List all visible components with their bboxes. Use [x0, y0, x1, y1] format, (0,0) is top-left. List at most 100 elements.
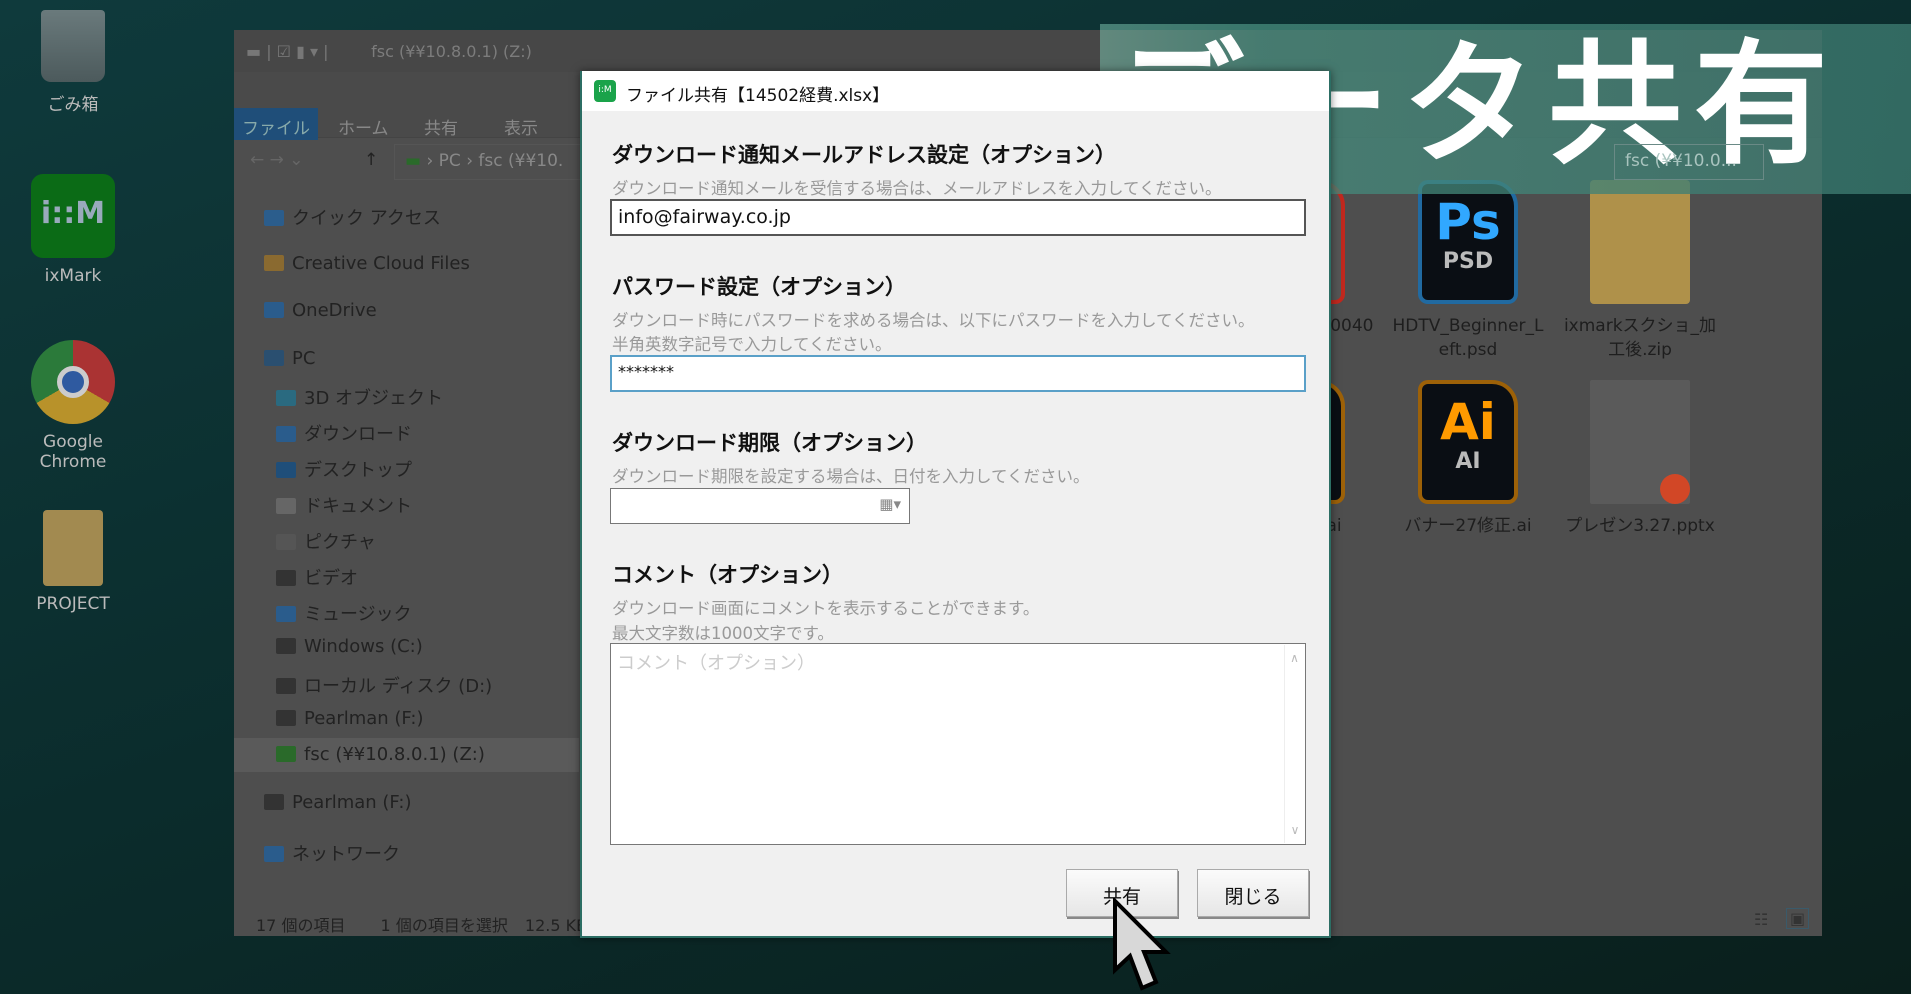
- nav-item[interactable]: ピクチャ: [234, 522, 579, 556]
- email-heading: ダウンロード通知メールアドレス設定（オプション）: [612, 143, 1116, 167]
- recycle-bin-icon: [41, 10, 105, 82]
- file-type-icon: AiAI: [1418, 380, 1518, 504]
- chrome-icon: [31, 340, 115, 424]
- nav-item-label: ネットワーク: [292, 844, 400, 865]
- music-icon: [276, 606, 296, 622]
- tab-home[interactable]: ホーム: [338, 108, 389, 140]
- nav-item-label: PC: [292, 348, 316, 369]
- nav-item-label: Pearlman (F:): [292, 792, 412, 813]
- desktop-icon-label: Google Chrome: [39, 432, 107, 472]
- nav-item[interactable]: PC: [234, 342, 579, 376]
- expiry-description: ダウンロード期限を設定する場合は、日付を入力してください。: [612, 467, 1090, 486]
- password-description-2: 半角英数字記号で入力してください。: [612, 335, 892, 354]
- calendar-dropdown-icon[interactable]: ▦▾: [879, 495, 901, 513]
- nav-item[interactable]: ネットワーク: [234, 834, 579, 868]
- dialog-title: ファイル共有【14502経費.xlsx】: [626, 86, 890, 106]
- desktop-icon-ixmark[interactable]: i::M ixMark: [8, 174, 138, 286]
- drive-icon: [276, 710, 296, 726]
- drive-icon: [276, 638, 296, 654]
- breadcrumb-pc[interactable]: PC: [439, 151, 461, 171]
- nav-item[interactable]: fsc (¥¥10.8.0.1) (Z:): [234, 738, 579, 772]
- nav-item-label: ピクチャ: [304, 532, 376, 553]
- mouse-cursor-icon: [1113, 898, 1171, 991]
- network-drive-icon: ▬: [405, 151, 422, 171]
- drive-icon: [276, 678, 296, 694]
- comment-textarea[interactable]: コメント（オプション）: [610, 643, 1306, 845]
- ixmark-icon: i::M: [31, 174, 115, 258]
- nav-item[interactable]: 3D オブジェクト: [234, 378, 579, 412]
- file-name: バナー27修正.ai: [1404, 516, 1532, 536]
- file-name: HDTV_Beginner_Left.psd: [1392, 316, 1544, 360]
- nav-item[interactable]: クイック アクセス: [234, 198, 579, 232]
- quick-access-toolbar-icons[interactable]: ▬ | ☑ ▮ ▾ |: [246, 42, 366, 61]
- file-name: ixmarkスクショ_加工後.zip: [1563, 316, 1717, 360]
- desktop-icon-label: ごみ箱: [47, 95, 99, 115]
- comment-description: ダウンロード画面にコメントを表示することができます。: [612, 599, 1040, 618]
- nav-item[interactable]: Windows (C:): [234, 630, 579, 664]
- nav-item-label: デスクトップ: [304, 460, 412, 481]
- file-item[interactable]: プレゼン3.27.pptx: [1560, 380, 1720, 538]
- navigation-pane: クイック アクセス Creative Cloud Files OneDrive PC 3…: [234, 190, 579, 910]
- cloud-icon: [264, 302, 284, 318]
- nav-item[interactable]: Creative Cloud Files: [234, 247, 579, 281]
- network-icon: [264, 846, 284, 862]
- selected-size: 12.5 KB: [524, 916, 588, 935]
- file-item[interactable]: Ps PSD HDTV_Beginner_Left.psd: [1388, 180, 1548, 362]
- powerpoint-icon: [1660, 474, 1690, 504]
- up-arrow-icon[interactable]: ↑: [364, 150, 378, 170]
- drive-icon: [264, 794, 284, 810]
- nav-item[interactable]: ダウンロード: [234, 414, 579, 448]
- desktop-icon-chrome[interactable]: Google Chrome: [8, 340, 138, 472]
- tab-share[interactable]: 共有: [424, 108, 458, 140]
- desktop-icon-label: PROJECT: [36, 594, 110, 614]
- file-item[interactable]: ixmarkスクショ_加工後.zip: [1560, 180, 1720, 362]
- creative-cloud-icon: [264, 255, 284, 271]
- file-name: プレゼン3.27.pptx: [1565, 516, 1715, 536]
- nav-item[interactable]: ミュージック: [234, 594, 579, 628]
- tab-file[interactable]: ファイル: [234, 108, 318, 140]
- nav-item-label: fsc (¥¥10.8.0.1) (Z:): [304, 744, 485, 765]
- file-item[interactable]: Ai AI バナー27修正.ai: [1388, 380, 1548, 538]
- item-count: 17 個の項目: [256, 916, 346, 935]
- desktop-icon-label: ixMark: [44, 266, 102, 286]
- file-type-icon: [1590, 380, 1690, 504]
- details-view-icon[interactable]: ☷: [1754, 910, 1768, 929]
- nav-item[interactable]: デスクトップ: [234, 450, 579, 484]
- nav-item-label: ビデオ: [304, 568, 358, 589]
- desktop-icon: [276, 462, 296, 478]
- expiry-date-input[interactable]: ▦▾: [610, 488, 910, 524]
- password-input[interactable]: *******: [610, 355, 1306, 392]
- nav-item-label: OneDrive: [292, 300, 377, 321]
- back-forward-icon[interactable]: ← → ⌄: [250, 150, 304, 170]
- password-description: ダウンロード時にパスワードを求める場合は、以下にパスワードを入力してください。: [612, 311, 1255, 330]
- nav-item-label: 3D オブジェクト: [304, 388, 444, 409]
- search-box[interactable]: fsc (¥¥10.0...: [1614, 144, 1764, 180]
- breadcrumb-fsc[interactable]: fsc (¥¥10.: [478, 151, 563, 171]
- star-icon: [264, 210, 284, 226]
- file-type-icon: Ps PSD: [1418, 180, 1518, 304]
- nav-item[interactable]: ビデオ: [234, 558, 579, 592]
- comment-heading: コメント（オプション）: [612, 563, 843, 587]
- file-type-icon: [1590, 180, 1690, 304]
- nav-item-label: Pearlman (F:): [304, 708, 424, 729]
- email-input[interactable]: info@fairway.co.jp: [610, 199, 1306, 236]
- large-icons-view-icon[interactable]: ▣: [1786, 908, 1810, 929]
- desktop-icon-project[interactable]: PROJECT: [8, 510, 138, 614]
- file-badge: AI: [1455, 449, 1481, 474]
- nav-item[interactable]: Pearlman (F:): [234, 786, 579, 820]
- nav-item[interactable]: Pearlman (F:): [234, 702, 579, 736]
- nav-item[interactable]: ドキュメント: [234, 486, 579, 520]
- nav-item-label: ダウンロード: [304, 424, 412, 445]
- tab-view[interactable]: 表示: [504, 108, 538, 140]
- nav-item[interactable]: OneDrive: [234, 294, 579, 328]
- nav-item[interactable]: ローカル ディスク (D:): [234, 666, 579, 700]
- comment-description-2: 最大文字数は1000文字です。: [612, 624, 834, 643]
- pc-icon: [264, 350, 284, 366]
- comment-scrollbar[interactable]: ∧ ∨: [1284, 645, 1304, 843]
- password-heading: パスワード設定（オプション）: [612, 275, 906, 299]
- close-button[interactable]: 閉じる: [1197, 869, 1309, 917]
- desktop-icon-recycle-bin[interactable]: ごみ箱: [8, 10, 138, 115]
- video-icon: [276, 570, 296, 586]
- nav-item-label: ローカル ディスク (D:): [304, 676, 493, 697]
- ixmark-app-icon: i:M: [594, 80, 616, 102]
